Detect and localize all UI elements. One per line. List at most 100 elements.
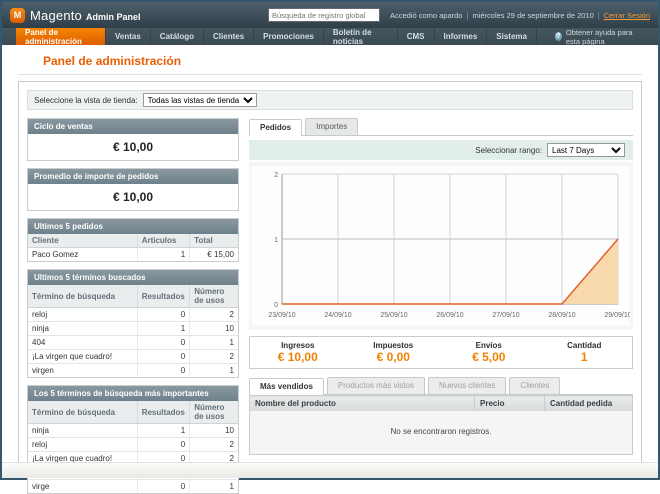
tab-most-viewed[interactable]: Productos más vistos (327, 377, 425, 394)
dashboard-container: Seleccione la vista de tienda: Todas las… (18, 81, 642, 467)
nav-item-promotions[interactable]: Promociones (254, 28, 324, 45)
search-term-row[interactable]: ninja 1 10 (28, 322, 238, 336)
lifetime-sales-title: Ciclo de ventas (28, 119, 238, 134)
orders-chart-svg: 2 1 0 23/09/10 24/09/10 25/09/10 26/09/1… (252, 166, 630, 326)
y-tick: 2 (274, 172, 278, 179)
x-tick: 24/09/10 (324, 312, 351, 319)
search-results: 0 (137, 364, 190, 378)
orders-chart: 2 1 0 23/09/10 24/09/10 25/09/10 26/09/1… (249, 162, 633, 330)
meta-separator: | (598, 11, 600, 20)
nav-item-catalog[interactable]: Catálogo (151, 28, 204, 45)
col-items: Articulos (137, 234, 190, 248)
logged-in-as: Accedió como apardo (390, 11, 463, 20)
total-shipping: Envíos € 5,00 (441, 341, 537, 364)
search-results: 0 (137, 308, 190, 322)
search-term: virgen (28, 364, 137, 378)
search-term-row[interactable]: reloj 0 2 (28, 438, 238, 452)
range-select[interactable]: Last 7 Days (547, 143, 625, 157)
search-term: ninja (28, 322, 137, 336)
search-term-row[interactable]: ¡La virgen que cuadro! 0 2 (28, 350, 238, 364)
last-search-title: Ultimos 5 términos buscados (28, 270, 238, 285)
nav-item-system[interactable]: Sistema (487, 28, 537, 45)
total-label: Impuestos (346, 341, 442, 350)
col-results: Resultados (137, 285, 190, 308)
search-uses: 2 (190, 438, 238, 452)
total-value: € 10,00 (250, 350, 346, 364)
order-customer: Paco Gomez (28, 248, 137, 262)
total-value: € 5,00 (441, 350, 537, 364)
range-bar: Seleccionar rango: Last 7 Days (249, 140, 633, 160)
store-view-bar: Seleccione la vista de tienda: Todas las… (27, 90, 633, 110)
search-results: 0 (137, 480, 190, 494)
search-results: 0 (137, 336, 190, 350)
total-revenue: Ingresos € 10,00 (250, 341, 346, 364)
search-term: reloj (28, 438, 137, 452)
top-search-title: Los 5 términos de búsqueda más important… (28, 386, 238, 401)
search-term-row[interactable]: virgen 0 1 (28, 364, 238, 378)
x-tick: 23/09/10 (268, 312, 295, 319)
search-term-row[interactable]: reloj 0 2 (28, 308, 238, 322)
col-customer: Cliente (28, 234, 137, 248)
total-label: Ingresos (250, 341, 346, 350)
search-uses: 10 (190, 424, 238, 438)
nav-item-reports[interactable]: Informes (435, 28, 488, 45)
logout-link[interactable]: Cerrar Sesión (604, 11, 650, 20)
search-term: 404 (28, 336, 137, 350)
nav-item-cms[interactable]: CMS (398, 28, 435, 45)
tab-customers[interactable]: Clientes (509, 377, 560, 394)
tab-new-customers[interactable]: Nuevos clientes (428, 377, 506, 394)
total-label: Cantidad (537, 341, 633, 350)
total-tax: Impuestos € 0,00 (346, 341, 442, 364)
x-tick: 28/09/10 (548, 312, 575, 319)
bestsellers-table: Nombre del producto Precio Cantidad pedi… (249, 395, 633, 455)
store-view-label: Seleccione la vista de tienda: (34, 96, 138, 105)
nav-item-customers[interactable]: Clientes (204, 28, 254, 45)
col-total: Total (190, 234, 238, 248)
x-tick: 25/09/10 (380, 312, 407, 319)
search-uses: 1 (190, 364, 238, 378)
order-row[interactable]: Paco Gomez 1 € 15,00 (28, 248, 238, 262)
order-total: € 15,00 (190, 248, 238, 262)
store-view-select[interactable]: Todas las vistas de tienda (143, 93, 257, 107)
total-quantity: Cantidad 1 (537, 341, 633, 364)
tab-bestsellers[interactable]: Más vendidos (249, 378, 324, 395)
page-title: Panel de administración (18, 45, 642, 75)
help-label: Obtener ayuda para esta página (566, 28, 648, 46)
total-value: 1 (537, 350, 633, 364)
last-orders-title: Ultimos 5 pedidos (28, 219, 238, 234)
search-results: 0 (137, 438, 190, 452)
col-results: Resultados (137, 401, 190, 424)
search-term-row[interactable]: virge 0 1 (28, 480, 238, 494)
search-term-row[interactable]: ninja 1 10 (28, 424, 238, 438)
search-uses: 10 (190, 322, 238, 336)
help-icon: ? (555, 32, 562, 41)
search-term: reloj (28, 308, 137, 322)
search-term: ninja (28, 424, 137, 438)
brand-suffix: Admin Panel (86, 12, 141, 22)
search-results: 1 (137, 424, 190, 438)
nav-item-dashboard[interactable]: Panel de administración (16, 28, 106, 45)
col-price: Precio (475, 396, 545, 412)
header-meta: Accedió como apardo|miércoles 29 de sept… (390, 11, 650, 20)
help-link[interactable]: ? Obtener ayuda para esta página (555, 28, 658, 45)
current-date: miércoles 29 de septiembre de 2010 (472, 11, 593, 20)
col-uses: Número de usos (190, 401, 238, 424)
search-results: 0 (137, 350, 190, 364)
tab-orders[interactable]: Pedidos (249, 119, 302, 136)
nav-spacer (537, 28, 555, 45)
tab-amounts[interactable]: Importes (305, 118, 358, 135)
meta-separator: | (466, 11, 468, 20)
main-nav: Panel de administración Ventas Catálogo … (2, 28, 658, 45)
empty-message: No se encontraron registros. (250, 411, 633, 455)
grid-tabs: Más vendidos Productos más vistos Nuevos… (249, 377, 633, 395)
x-tick: 29/09/10 (604, 312, 630, 319)
brand-name: Magento (30, 8, 82, 23)
page-footer (2, 462, 658, 478)
nav-item-newsletter[interactable]: Boletín de noticias (324, 28, 398, 45)
search-results: 1 (137, 322, 190, 336)
search-term-row[interactable]: 404 0 1 (28, 336, 238, 350)
y-tick: 1 (274, 237, 278, 244)
nav-item-sales[interactable]: Ventas (106, 28, 151, 45)
global-search-input[interactable] (268, 8, 380, 22)
search-term: virge (28, 480, 137, 494)
